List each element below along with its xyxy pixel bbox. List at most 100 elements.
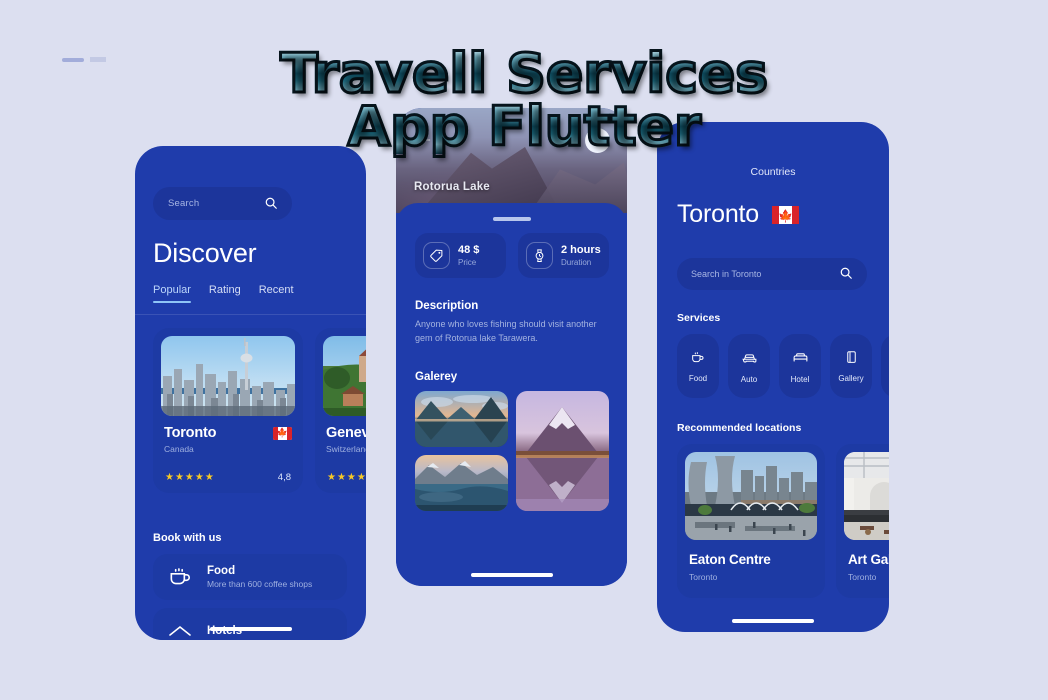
description-title: Description [415, 300, 479, 312]
car-icon [741, 349, 758, 366]
sheet-grabber[interactable] [492, 217, 531, 221]
tab-bar: Popular Rating Recent [153, 284, 294, 303]
coffee-cup-icon [153, 564, 207, 590]
canada-flag-icon: 🍁 [772, 205, 799, 224]
destination-country: Canada [164, 444, 194, 454]
svg-text:🍁: 🍁 [778, 209, 793, 223]
service-label: Auto [740, 374, 758, 384]
bed-icon [792, 349, 809, 366]
info-card-text: 48 $ Price [458, 244, 479, 267]
phone-screen-discover: Search Discover Popular Rating Recent To… [135, 146, 366, 640]
recommended-title-text: Eaton Centre [689, 552, 771, 567]
destination-name: Toronto [164, 425, 217, 441]
tab-recent[interactable]: Recent [259, 284, 294, 303]
phone-screen-city: Countries Toronto 🍁 Search in Toronto Se… [657, 122, 889, 632]
services-title: Services [677, 312, 721, 324]
background-artifact-2 [90, 57, 106, 62]
info-card-row: 48 $ Price 2 hours Duration [415, 233, 609, 278]
tab-popular[interactable]: Popular [153, 284, 191, 303]
search-icon[interactable] [264, 196, 278, 210]
destination-name: Geneva [326, 425, 366, 441]
destination-name-row: Geneva [326, 425, 366, 441]
star-rating: ★★★★★ [165, 472, 215, 483]
recommended-subtitle: Toronto [689, 572, 718, 582]
city-header: Toronto 🍁 [677, 200, 799, 229]
background-artifact [62, 58, 84, 62]
heart-icon [592, 135, 604, 147]
recommended-card-art-gallery[interactable]: Art Gallery Toronto [836, 444, 889, 598]
search-input[interactable]: Search in Toronto [677, 258, 867, 290]
service-label: Food [688, 374, 708, 383]
destination-card-geneva[interactable]: Geneva Switzerland ★★★★★ 4,6 [315, 328, 366, 493]
recommended-carousel[interactable]: Eaton Centre Toronto Art Ga Toronto [677, 444, 889, 598]
canada-flag-icon: 🍁 [273, 426, 292, 440]
info-card-price: 48 $ Price [415, 233, 506, 278]
search-placeholder: Search in Toronto [691, 269, 762, 279]
info-card-text: 2 hours Duration [561, 244, 601, 267]
book-item-subtitle: More than 600 coffee shops [207, 579, 313, 589]
watch-icon [526, 242, 553, 269]
service-gallery[interactable]: Gallery [830, 334, 872, 398]
toronto-city-hall-photo [685, 452, 817, 540]
info-card-label: Price [458, 258, 477, 267]
page-title: Toronto [677, 200, 759, 228]
search-icon[interactable] [839, 266, 853, 280]
home-indicator [209, 627, 292, 631]
price-tag-icon [423, 242, 450, 269]
gallery-grid [415, 391, 609, 511]
star-rating: ★★★★★ [327, 472, 366, 483]
hero-image [396, 108, 627, 213]
service-hotel[interactable]: Hotel [779, 334, 821, 398]
favorite-button[interactable] [585, 128, 610, 153]
book-icon [844, 349, 859, 365]
info-card-duration: 2 hours Duration [518, 233, 609, 278]
description-body: Anyone who loves fishing should visit an… [415, 319, 597, 343]
page-title: Discover [153, 238, 257, 268]
overlay-title-line1: Travell Services [279, 42, 770, 105]
destination-carousel[interactable]: Toronto 🍁 Canada ★★★★★ 4,8 Genev Switzer… [153, 328, 366, 493]
recommended-title-text: Art Gallery [848, 552, 889, 567]
back-button[interactable] [414, 133, 431, 147]
info-card-value: 2 hours [561, 244, 601, 256]
home-indicator [732, 619, 814, 623]
services-row[interactable]: Food Auto Hotel Gallery [677, 334, 889, 398]
coffee-cup-icon [690, 349, 706, 365]
fiord-sunset-photo[interactable] [415, 391, 508, 447]
rating-value: 4,8 [277, 472, 291, 483]
book-item-title: Food [207, 565, 236, 577]
search-placeholder: Search [168, 198, 200, 209]
service-food[interactable]: Food [677, 334, 719, 398]
recommended-title: Recommended locations [677, 422, 802, 434]
tab-rating[interactable]: Rating [209, 284, 241, 303]
gallery-column-left [415, 391, 508, 511]
book-item-hotels[interactable]: Hotels [153, 608, 347, 640]
search-input[interactable]: Search [153, 187, 292, 220]
chevron-up-icon [153, 622, 207, 640]
book-item-food[interactable]: Food More than 600 coffee shops [153, 554, 347, 600]
book-item-text: Food More than 600 coffee shops [207, 565, 312, 589]
destination-name-row: Toronto 🍁 [164, 425, 292, 441]
breadcrumb: Countries [750, 166, 796, 178]
destination-country: Switzerland [326, 444, 366, 454]
detail-sheet: 48 $ Price 2 hours Duration Description … [396, 203, 627, 586]
home-indicator [470, 573, 553, 577]
art-gallery-photo [844, 452, 889, 540]
service-label: Gallery [838, 374, 864, 383]
hero-caption: Rotorua Lake [414, 181, 490, 193]
phone-screen-detail: Rotorua Lake 48 $ Price 2 hours Duration… [396, 108, 627, 586]
destination-rating-row: ★★★★★ 4,6 [327, 472, 366, 483]
recommended-card-eaton-centre[interactable]: Eaton Centre Toronto [677, 444, 825, 598]
info-card-value: 48 $ [458, 244, 480, 256]
toronto-skyline-photo [161, 336, 295, 416]
book-section-title: Book with us [153, 532, 222, 544]
service-partial[interactable] [881, 334, 889, 398]
gallery-title: Galerey [415, 371, 458, 383]
destination-card-toronto[interactable]: Toronto 🍁 Canada ★★★★★ 4,8 [153, 328, 303, 493]
service-auto[interactable]: Auto [728, 334, 770, 398]
info-card-label: Duration [561, 258, 592, 267]
mountain-reflection-photo[interactable] [516, 391, 609, 511]
lake-shore-photo[interactable] [415, 455, 508, 511]
geneva-castle-photo [323, 336, 366, 416]
service-label: Hotel [790, 374, 810, 384]
recommended-subtitle: Toronto [848, 572, 877, 582]
